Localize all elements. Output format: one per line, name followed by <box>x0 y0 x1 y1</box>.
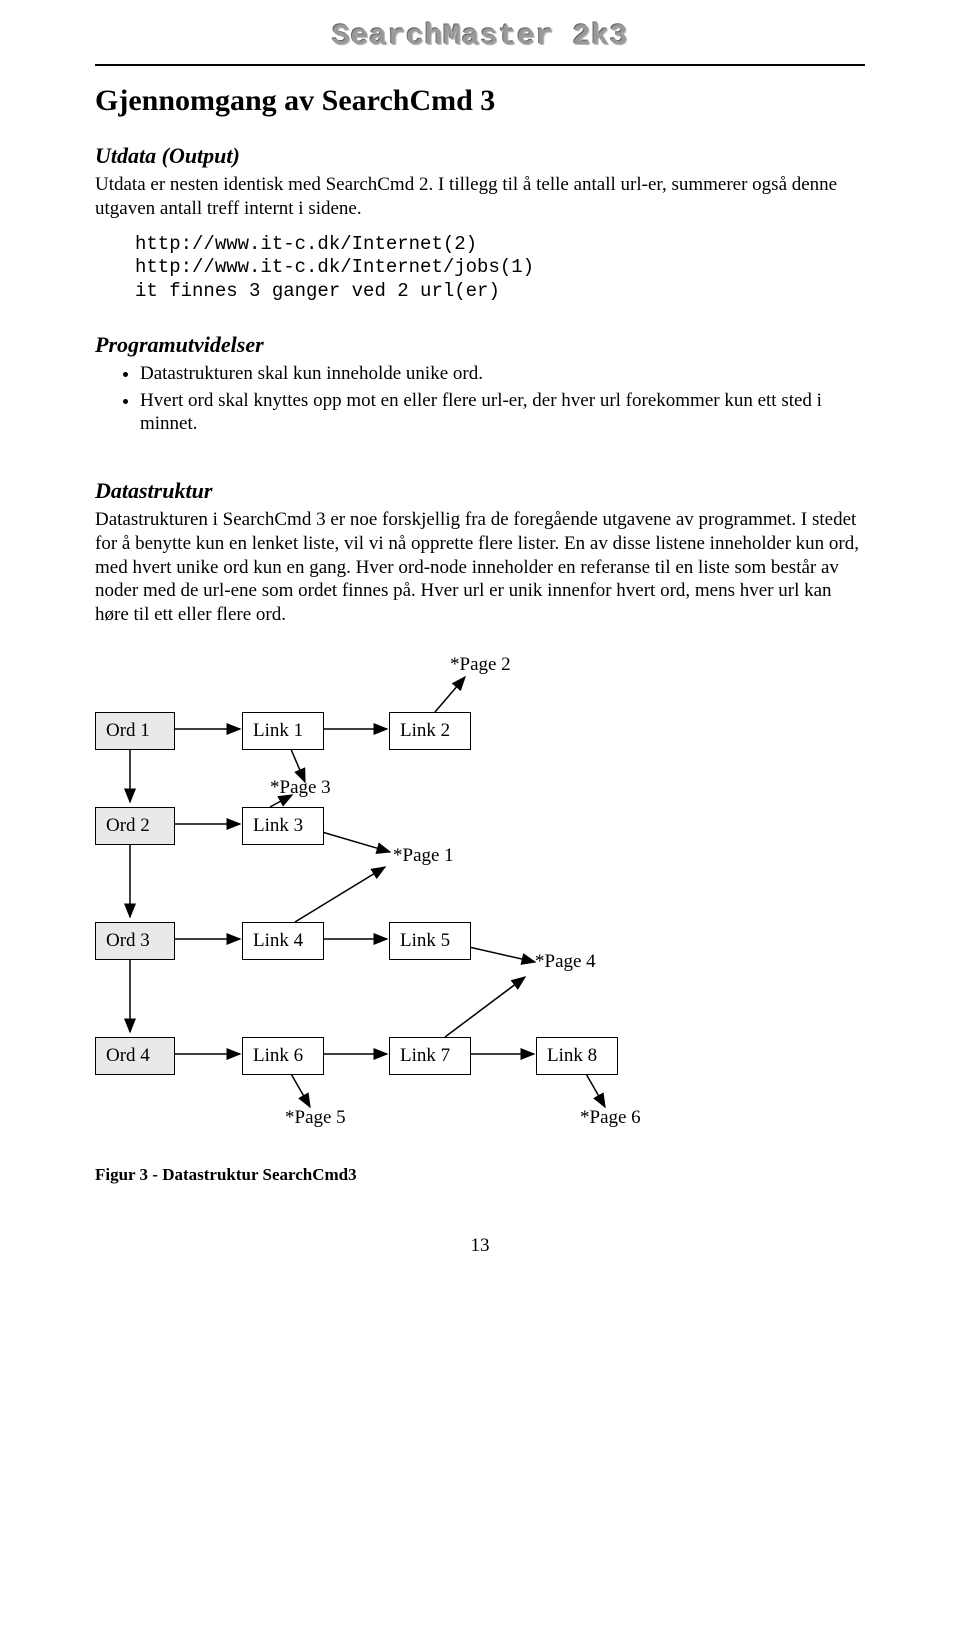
datastruktur-diagram: *Page 2 *Page 3 *Page 1 *Page 4 *Page 5 … <box>95 657 865 1157</box>
page-ref-6: *Page 6 <box>580 1107 641 1129</box>
node-ord4: Ord 4 <box>95 1037 175 1075</box>
page-ref-3: *Page 3 <box>270 777 331 799</box>
node-ord1: Ord 1 <box>95 712 175 750</box>
bullet-item: Hvert ord skal knyttes opp mot en eller … <box>140 389 865 437</box>
bullet-item: Datastrukturen skal kun inneholde unike … <box>140 362 865 386</box>
app-title: SearchMaster 2k3 <box>95 20 865 54</box>
node-link5: Link 5 <box>389 922 471 960</box>
page-ref-2: *Page 2 <box>450 654 511 676</box>
node-link1: Link 1 <box>242 712 324 750</box>
page-ref-5: *Page 5 <box>285 1107 346 1129</box>
programutvidelser-heading: Programutvidelser <box>95 332 865 358</box>
node-link4: Link 4 <box>242 922 324 960</box>
node-link8: Link 8 <box>536 1037 618 1075</box>
datastruktur-body: Datastrukturen i SearchCmd 3 er noe fors… <box>95 508 865 627</box>
node-ord3: Ord 3 <box>95 922 175 960</box>
node-link3: Link 3 <box>242 807 324 845</box>
node-link7: Link 7 <box>389 1037 471 1075</box>
page-ref-1: *Page 1 <box>393 845 454 867</box>
utdata-heading: Utdata (Output) <box>95 143 865 169</box>
section-title: Gjennomgang av SearchCmd 3 <box>95 84 865 118</box>
utdata-body: Utdata er nesten identisk med SearchCmd … <box>95 173 865 221</box>
page-ref-4: *Page 4 <box>535 951 596 973</box>
node-link6: Link 6 <box>242 1037 324 1075</box>
programutvidelser-list: Datastrukturen skal kun inneholde unike … <box>140 362 865 436</box>
header-rule <box>95 64 865 66</box>
diagram-arrows <box>95 657 865 1157</box>
node-ord2: Ord 2 <box>95 807 175 845</box>
datastruktur-heading: Datastruktur <box>95 478 865 504</box>
figure-caption: Figur 3 - Datastruktur SearchCmd3 <box>95 1165 865 1185</box>
utdata-code: http://www.it-c.dk/Internet(2) http://ww… <box>135 233 865 304</box>
node-link2: Link 2 <box>389 712 471 750</box>
page-number: 13 <box>95 1235 865 1257</box>
